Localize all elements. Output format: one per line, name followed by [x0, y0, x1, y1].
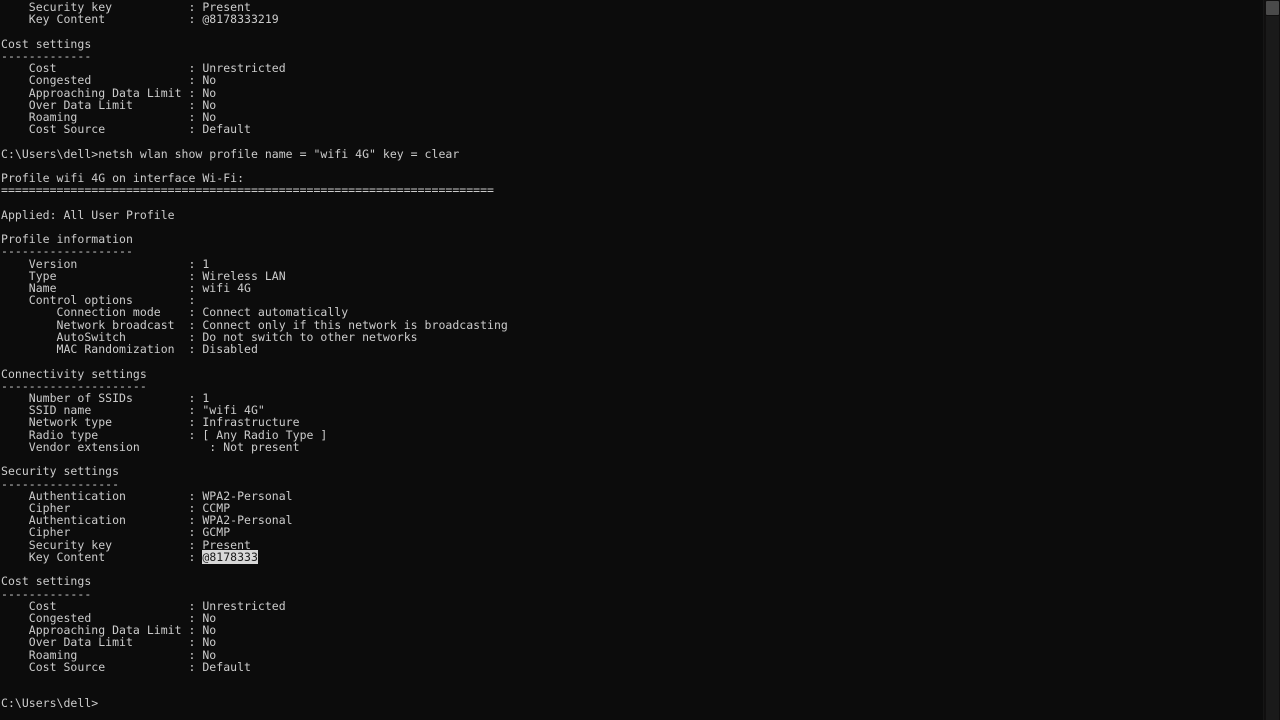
terminal-scrollback: Security key : Present Key Content : @81… [0, 1, 1256, 551]
output-blank-line [0, 563, 1256, 575]
output-line: Approaching Data Limit : No [1, 85, 217, 100]
key-content-label: Key Content : [1, 549, 203, 564]
scrollbar-track[interactable] [1266, 16, 1279, 720]
output-line: Network type : Infrastructure [1, 415, 300, 430]
output-blank-line [0, 453, 1256, 465]
output-blank-line [0, 221, 1256, 233]
output-line: Vendor extension : Not present [1, 439, 300, 454]
output-line: Profile information [1, 232, 133, 247]
output-line: Connectivity settings [1, 366, 147, 381]
output-line: Congested : No [1, 73, 217, 88]
scrollbar-thumb[interactable] [1266, 1, 1279, 15]
output-line: Cost Source : Default [1, 122, 251, 137]
output-line: ----------------- [1, 476, 120, 491]
output-blank-line [0, 197, 1256, 209]
output-line: Cost Source : Default [1, 659, 251, 674]
terminal-trailing-output: Cost settings ------------- Cost : Unrest… [0, 563, 1256, 710]
output-line: Roaming : No [1, 647, 217, 662]
output-line: Cost settings [1, 574, 92, 589]
selected-key-content[interactable]: @8178333 [202, 549, 258, 564]
output-line: C:\Users\dell> [1, 696, 99, 711]
terminal-output-area[interactable]: Security key : Present Key Content : @81… [0, 0, 1256, 710]
key-content-line[interactable]: Key Content : @8178333 [0, 549, 1256, 564]
output-line: MAC Randomization : Disabled [1, 342, 258, 357]
vertical-scrollbar[interactable] [1263, 0, 1280, 720]
output-line: C:\Users\dell>netsh wlan show profile na… [1, 146, 460, 161]
output-line: ------------- [1, 586, 92, 601]
output-line: Version : 1 [1, 256, 210, 271]
output-line: Cost settings [1, 36, 92, 51]
output-line: ========================================… [1, 183, 494, 198]
output-line: Over Data Limit : No [1, 635, 217, 650]
output-blank-line [0, 673, 1256, 685]
output-line: Applied: All User Profile [1, 207, 175, 222]
command-prompt-window[interactable]: Security key : Present Key Content : @81… [0, 0, 1280, 720]
output-line: Connection mode : Connect automatically [1, 305, 349, 320]
output-blank-line [0, 25, 1256, 37]
output-line: Cipher : GCMP [1, 525, 231, 540]
output-line: Key Content : @8178333219 [1, 12, 279, 27]
output-line: Security settings [1, 464, 120, 479]
output-blank-line [0, 355, 1256, 367]
output-blank-line [0, 685, 1256, 697]
output-line: ------------------- [1, 244, 133, 259]
output-blank-line [0, 135, 1256, 147]
